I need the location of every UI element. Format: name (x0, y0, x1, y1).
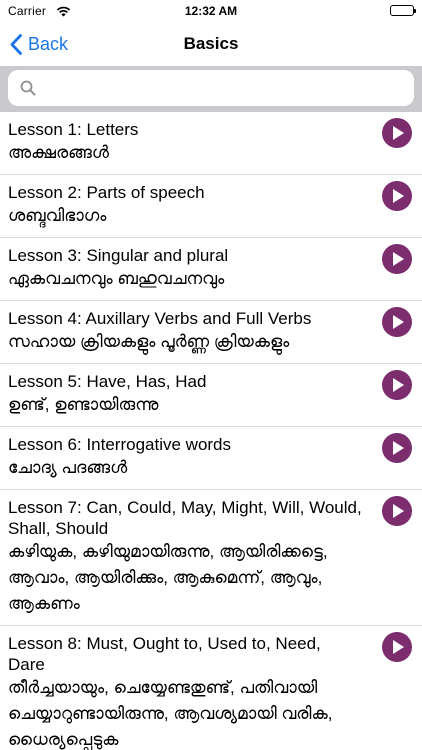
lesson-subtitle: തീർച്ചയായും, ചെയ്യേണ്ടതുണ്ട്, പതിവായി ചെ… (8, 678, 333, 749)
lesson-row-1[interactable]: Lesson 1: Letters അക്ഷരങ്ങൾ (0, 112, 422, 175)
lesson-list: Lesson 1: Letters അക്ഷരങ്ങൾ Lesson 2: Pa… (0, 112, 422, 750)
lesson-subtitle: ചോദ്യ പദങ്ങൾ (8, 458, 128, 477)
play-icon (393, 441, 404, 455)
lesson-row-7[interactable]: Lesson 7: Can, Could, May, Might, Will, … (0, 490, 422, 626)
lesson-title: Lesson 5: Have, Has, Had (8, 372, 207, 391)
search-input[interactable] (42, 70, 406, 106)
navigation-bar: Back Basics (0, 22, 422, 66)
play-icon (393, 378, 404, 392)
status-time: 12:32 AM (184, 4, 238, 18)
lesson-title: Lesson 4: Auxillary Verbs and Full Verbs (8, 309, 312, 328)
play-icon (393, 126, 404, 140)
lesson-title: Lesson 8: Must, Ought to, Used to, Need,… (8, 634, 321, 674)
battery-icon (390, 5, 416, 16)
play-button[interactable] (382, 496, 412, 526)
page-title: Basics (183, 34, 239, 53)
play-icon (393, 315, 404, 329)
lesson-subtitle: സഹായ ക്രിയകളും പൂർണ്ണ ക്രിയകളും (8, 332, 290, 351)
lesson-row-5[interactable]: Lesson 5: Have, Has, Had ഉണ്ട്, ഉണ്ടായിര… (0, 364, 422, 427)
search-bar (0, 66, 422, 112)
play-icon (393, 189, 404, 203)
lesson-subtitle: ശബ്ദവിഭാഗം (8, 206, 107, 225)
status-bar: Carrier 12:32 AM (0, 0, 422, 22)
play-button[interactable] (382, 307, 412, 337)
play-icon (393, 640, 404, 654)
lesson-row-6[interactable]: Lesson 6: Interrogative words ചോദ്യ പദങ്… (0, 427, 422, 490)
lesson-row-4[interactable]: Lesson 4: Auxillary Verbs and Full Verbs… (0, 301, 422, 364)
lesson-title: Lesson 1: Letters (8, 120, 139, 139)
play-icon (393, 504, 404, 518)
play-button[interactable] (382, 632, 412, 662)
play-button[interactable] (382, 244, 412, 274)
play-button[interactable] (382, 181, 412, 211)
lesson-row-8[interactable]: Lesson 8: Must, Ought to, Used to, Need,… (0, 626, 422, 750)
search-field[interactable] (8, 70, 414, 106)
lesson-subtitle: കഴിയുക, കഴിയുമായിരുന്നു, ആയിരിക്കട്ടെ, ആ… (8, 542, 328, 613)
lesson-subtitle: ഉണ്ട്, ഉണ്ടായിരുന്നു (8, 395, 159, 414)
play-button[interactable] (382, 370, 412, 400)
lesson-subtitle: ഏകവചനവും ബഹുവചനവും (8, 269, 225, 288)
play-button[interactable] (382, 433, 412, 463)
lesson-title: Lesson 3: Singular and plural (8, 246, 229, 265)
lesson-title: Lesson 6: Interrogative words (8, 435, 232, 454)
play-icon (393, 252, 404, 266)
lesson-subtitle: അക്ഷരങ്ങൾ (8, 143, 109, 162)
lesson-row-2[interactable]: Lesson 2: Parts of speech ശബ്ദവിഭാഗം (0, 175, 422, 238)
lesson-title: Lesson 7: Can, Could, May, Might, Will, … (8, 498, 362, 538)
lesson-row-3[interactable]: Lesson 3: Singular and plural ഏകവചനവും ബ… (0, 238, 422, 301)
lesson-title: Lesson 2: Parts of speech (8, 183, 205, 202)
search-icon (20, 80, 36, 101)
play-button[interactable] (382, 118, 412, 148)
